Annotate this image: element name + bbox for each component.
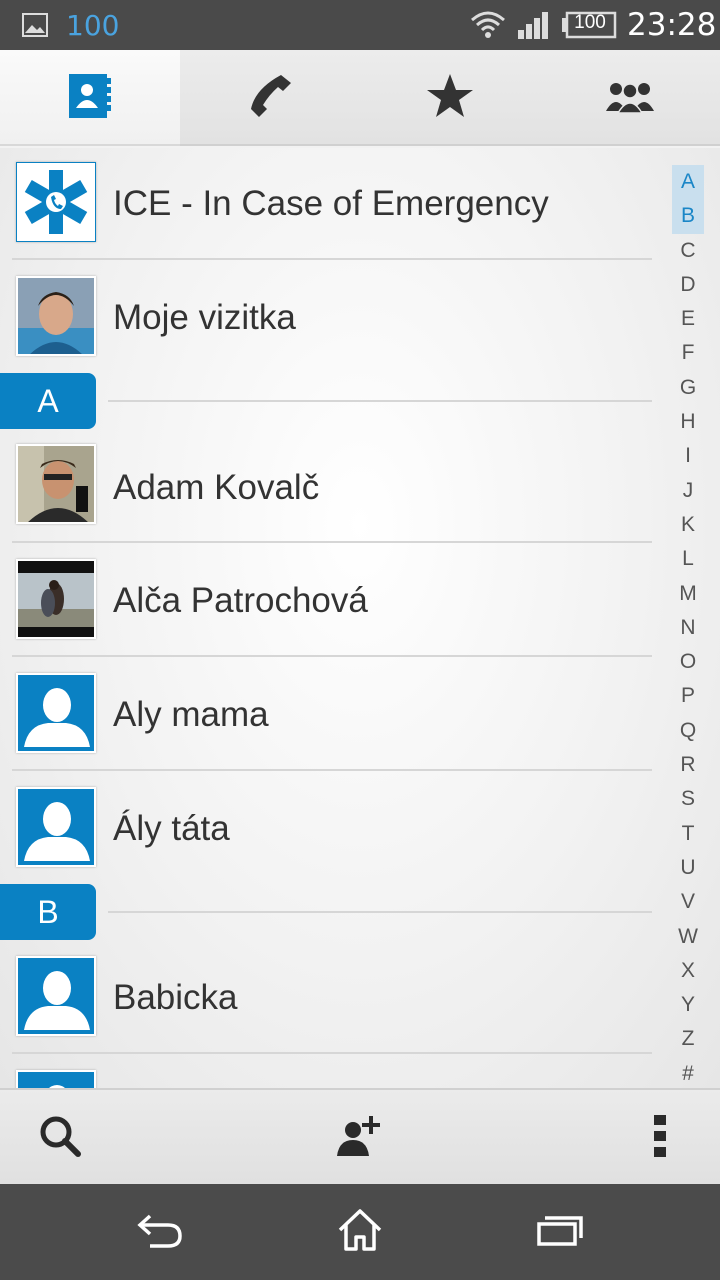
index-letter[interactable]: N (672, 611, 704, 645)
list-item[interactable]: Adam Kovalč (0, 430, 660, 540)
default-avatar-icon (16, 673, 96, 753)
notification-count: 100 (66, 9, 120, 42)
contact-list[interactable]: ICE - In Case of Emergency Moje vizitka … (0, 148, 720, 1088)
recents-button[interactable] (500, 1184, 620, 1280)
default-avatar-icon (16, 1070, 96, 1088)
index-letter[interactable]: F (672, 336, 704, 370)
default-avatar-icon (16, 787, 96, 867)
battery-level: 100 (574, 12, 606, 33)
index-letter[interactable]: L (672, 542, 704, 576)
search-button[interactable] (10, 1090, 110, 1186)
contact-name: Ály táta (113, 809, 230, 848)
index-letter[interactable]: D (672, 268, 704, 302)
list-item[interactable]: Aly mama (0, 657, 660, 769)
index-letter[interactable]: U (672, 851, 704, 885)
tab-favorites[interactable] (360, 50, 540, 146)
recents-icon (536, 1213, 584, 1252)
index-letter[interactable]: K (672, 508, 704, 542)
divider (108, 911, 652, 913)
index-letter[interactable]: C (672, 234, 704, 268)
add-contact-icon (335, 1114, 385, 1163)
index-letter[interactable]: # (672, 1057, 704, 1091)
index-letter[interactable]: G (672, 371, 704, 405)
contact-name: Babicka (113, 978, 238, 1017)
home-icon (336, 1208, 384, 1257)
index-letter[interactable]: V (672, 885, 704, 919)
phone-icon (245, 71, 295, 126)
bottom-action-bar (0, 1088, 720, 1184)
wifi-icon (470, 10, 506, 45)
back-icon (136, 1212, 184, 1253)
index-letter[interactable]: X (672, 954, 704, 988)
tab-bar (0, 50, 720, 146)
contacts-book-icon (67, 72, 113, 125)
index-letter[interactable]: H (672, 405, 704, 439)
alphabet-index[interactable]: A B C D E F G H I J K L M N O P Q R S T U V W X Y Z # (672, 165, 704, 1091)
system-nav-bar (0, 1184, 720, 1280)
index-letter[interactable]: R (672, 748, 704, 782)
add-contact-button[interactable] (310, 1090, 410, 1186)
contact-name: ICE - In Case of Emergency (113, 184, 549, 223)
back-button[interactable] (100, 1184, 220, 1280)
ice-star-icon (16, 162, 96, 242)
overflow-menu-icon (653, 1114, 667, 1163)
index-letter[interactable]: J (672, 474, 704, 508)
image-notification-icon (22, 13, 48, 42)
contact-name: Alča Patrochová (113, 581, 368, 620)
index-letter[interactable]: I (672, 439, 704, 473)
tab-contacts[interactable] (0, 50, 180, 146)
index-letter[interactable]: S (672, 782, 704, 816)
index-letter[interactable]: M (672, 577, 704, 611)
section-header-b: B (0, 884, 96, 940)
index-letter[interactable]: A (672, 165, 704, 200)
home-button[interactable] (300, 1184, 420, 1280)
index-letter[interactable]: Y (672, 988, 704, 1022)
contact-name: Aly mama (113, 695, 269, 734)
tab-groups[interactable] (540, 50, 720, 146)
status-bar: 100 100 23:28 (0, 0, 720, 50)
avatar (16, 444, 96, 524)
overflow-menu-button[interactable] (610, 1090, 710, 1186)
index-letter[interactable]: P (672, 679, 704, 713)
search-icon (38, 1114, 82, 1163)
index-letter[interactable]: B (672, 199, 704, 234)
signal-icon (516, 10, 550, 45)
list-item-ice[interactable]: ICE - In Case of Emergency (0, 148, 660, 258)
star-icon (425, 72, 475, 125)
list-item-my-card[interactable]: Moje vizitka (0, 260, 660, 370)
index-letter[interactable]: O (672, 645, 704, 679)
contact-name: Adam Kovalč (113, 468, 320, 507)
tab-phone[interactable] (180, 50, 360, 146)
contact-name: Moje vizitka (113, 298, 296, 337)
avatar (16, 559, 96, 639)
default-avatar-icon (16, 956, 96, 1036)
index-letter[interactable]: W (672, 920, 704, 954)
index-letter[interactable]: Z (672, 1022, 704, 1056)
clock: 23:28 (627, 7, 717, 43)
list-item[interactable]: Ály táta (0, 771, 660, 883)
list-item[interactable]: Alča Patrochová (0, 543, 660, 655)
groups-icon (604, 79, 656, 118)
divider (108, 400, 652, 402)
index-letter[interactable]: E (672, 302, 704, 336)
index-letter[interactable]: T (672, 817, 704, 851)
avatar (16, 276, 96, 356)
list-item[interactable] (0, 1054, 660, 1088)
index-letter[interactable]: Q (672, 714, 704, 748)
section-header-a: A (0, 373, 96, 429)
list-item[interactable]: Babicka (0, 940, 660, 1052)
